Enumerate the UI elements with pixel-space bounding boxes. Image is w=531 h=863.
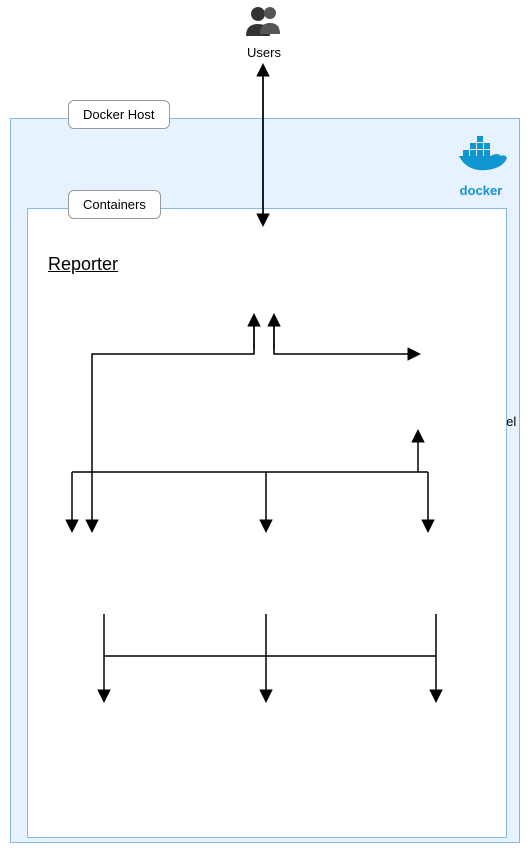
containers-box: [27, 208, 507, 838]
docker-brand-text: docker: [453, 183, 509, 198]
users-node: Users: [240, 6, 288, 60]
containers-label: Containers: [68, 190, 161, 219]
app-title: Reporter: [48, 254, 118, 275]
docker-host-label: Docker Host: [68, 100, 170, 129]
docker-logo: docker: [453, 136, 509, 198]
users-icon: [240, 26, 288, 41]
users-label: Users: [240, 45, 288, 60]
